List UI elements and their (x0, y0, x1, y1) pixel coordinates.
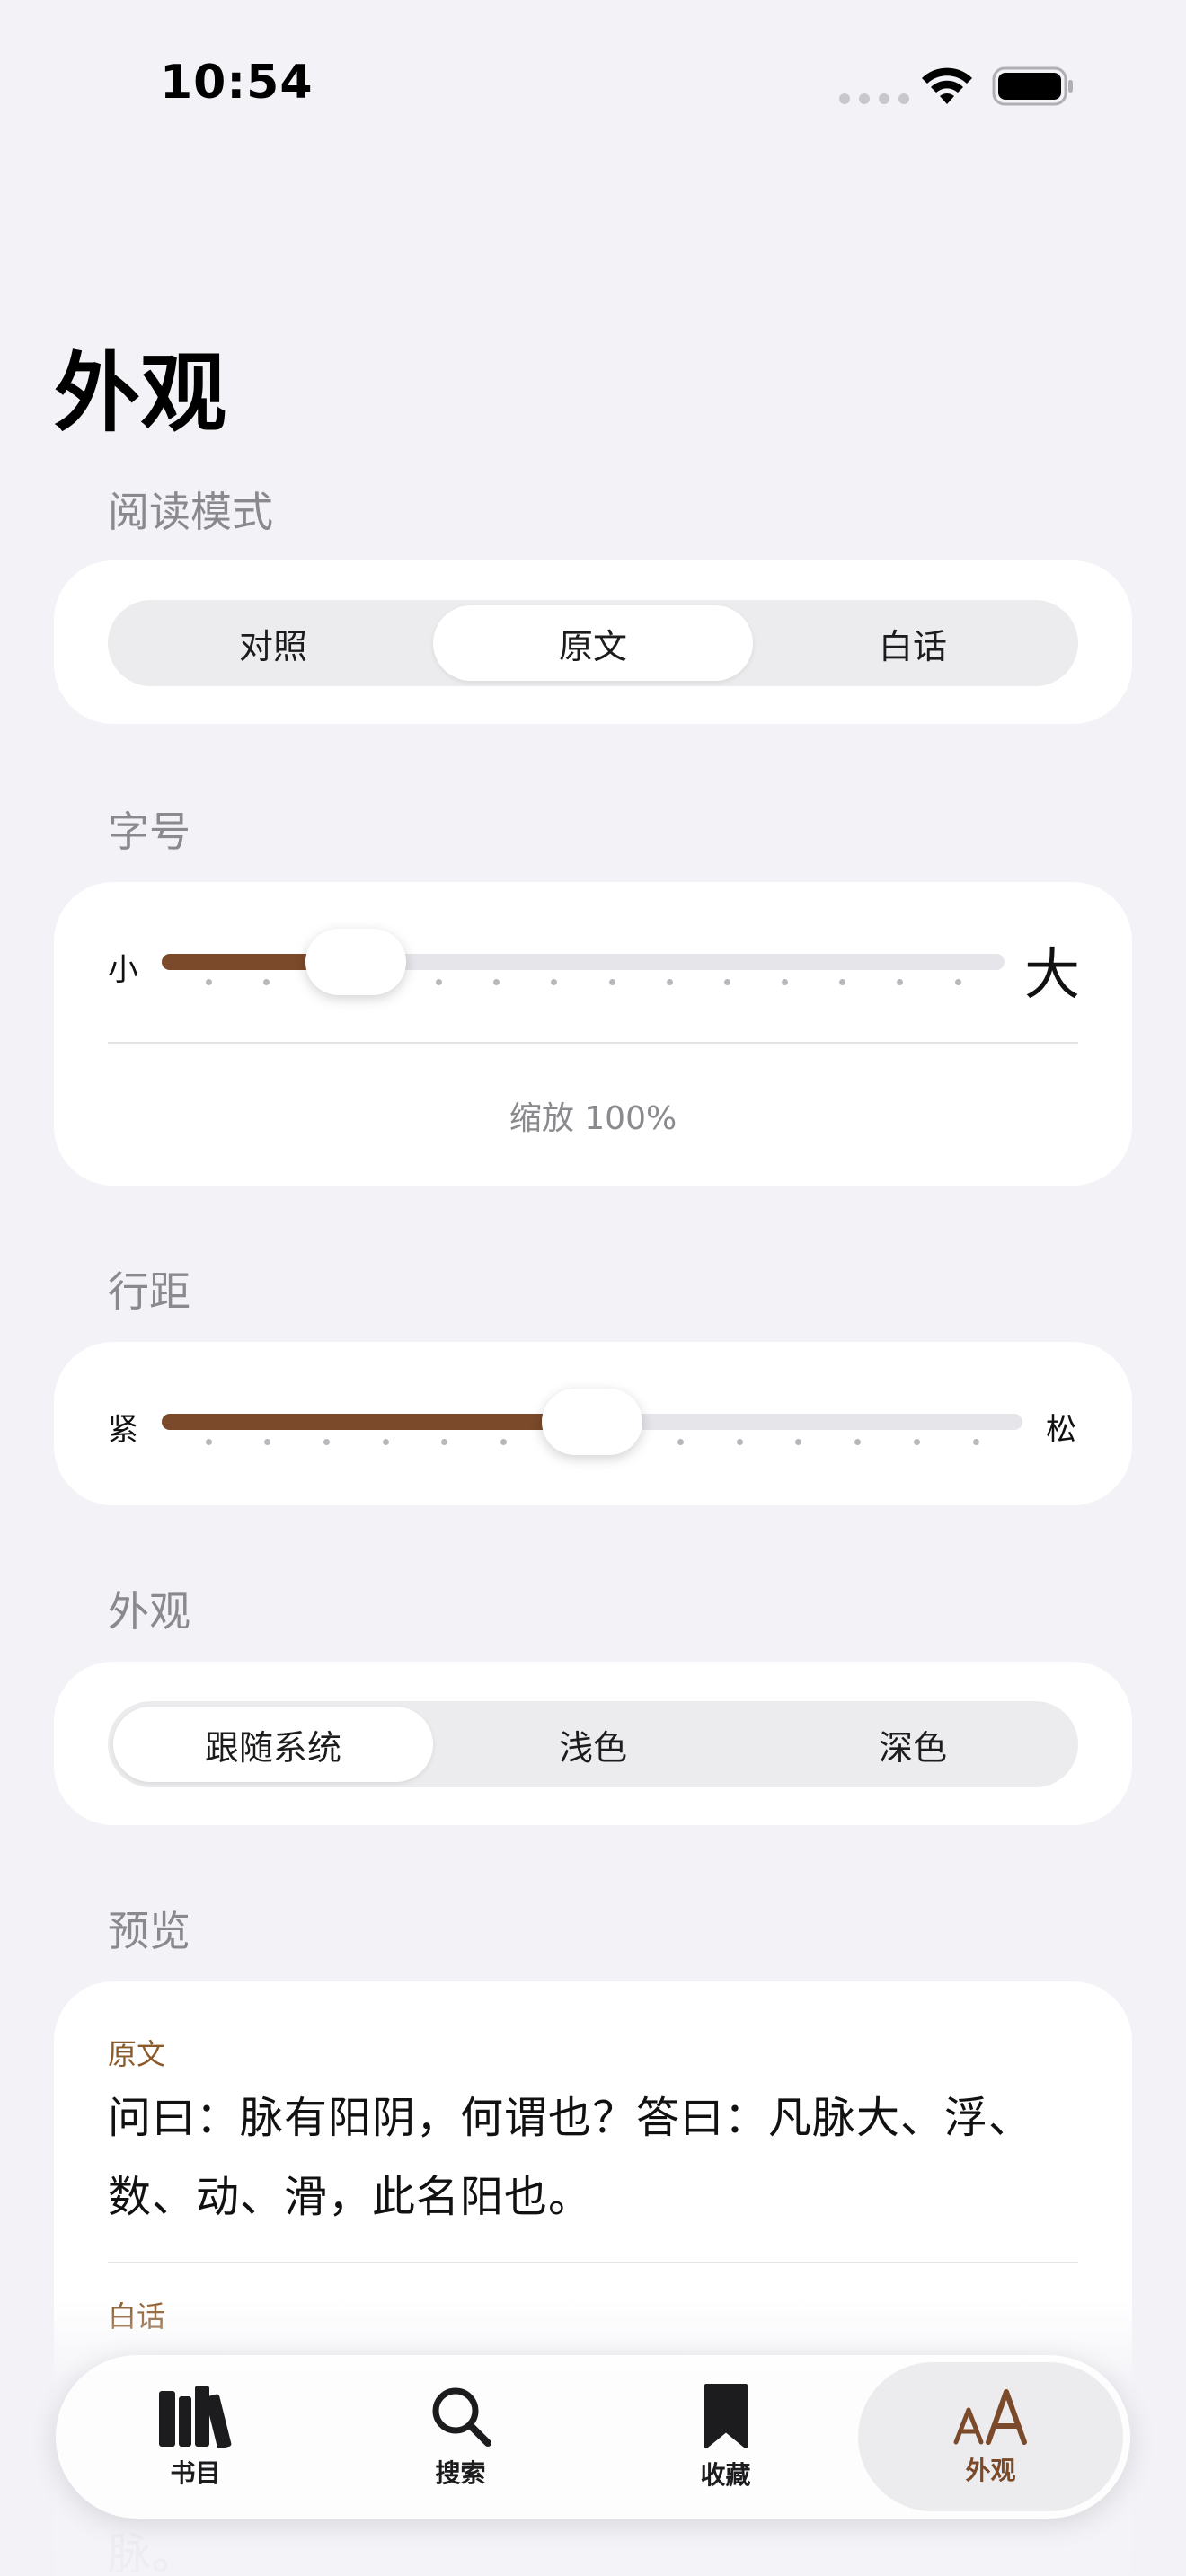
line-spacing-slider-fill (162, 1414, 592, 1430)
slider-tick-dot (795, 1439, 802, 1445)
line-spacing-slider[interactable] (162, 1389, 1022, 1455)
tab-catalog[interactable]: 书目 (63, 2362, 328, 2511)
appearance-option-dark[interactable]: 深色 (753, 1707, 1073, 1782)
font-size-max-label: 大 (1024, 941, 1081, 1007)
reading-mode-label: 阅读模式 (108, 488, 273, 536)
slider-tick-dot (666, 979, 673, 985)
appearance-option-light[interactable]: 浅色 (433, 1707, 753, 1782)
tab-appearance-label: 外观 (965, 2456, 1016, 2485)
slider-tick-dot (608, 979, 615, 985)
slider-tick-dot (262, 979, 270, 985)
slider-tick-dot (264, 1439, 271, 1445)
slider-tick-dot (897, 979, 904, 985)
slider-tick-dot (382, 1439, 389, 1445)
wifi-icon (922, 67, 972, 104)
cellular-signal-icon (839, 93, 909, 104)
reading-mode-card: 对照 原文 白话 (54, 560, 1132, 724)
reading-mode-option-vernacular[interactable]: 白话 (753, 605, 1073, 681)
appearance-segmented-control: 跟随系统 浅色 深色 (108, 1701, 1078, 1787)
slider-tick-dot (972, 1439, 979, 1445)
slider-tick-dot (723, 979, 730, 985)
slider-tick-dot (500, 1439, 507, 1445)
preview-label: 预览 (108, 1907, 190, 1955)
slider-tick-dot (854, 1439, 862, 1445)
slider-tick-dot (839, 979, 846, 985)
reading-mode-option-compare[interactable]: 对照 (113, 605, 433, 681)
font-size-label: 字号 (108, 807, 190, 856)
slider-tick-dot (736, 1439, 743, 1445)
font-size-card: 小 大 缩放 100% (54, 882, 1132, 1186)
reading-mode-option-original[interactable]: 原文 (433, 605, 753, 681)
bookmark-icon (704, 2384, 748, 2448)
font-size-slider-thumb[interactable] (305, 929, 406, 995)
slider-tick-dot (441, 1439, 448, 1445)
tab-search[interactable]: 搜索 (328, 2362, 593, 2511)
line-spacing-slider-thumb[interactable] (542, 1389, 642, 1455)
appearance-label: 外观 (108, 1587, 190, 1636)
tab-bar: 书目 搜索 收藏 外观 (56, 2355, 1130, 2519)
preview-original-tag: 原文 (108, 2037, 166, 2071)
font-size-slider[interactable] (162, 929, 1005, 995)
page-title: 外观 (54, 343, 226, 444)
slider-tick-dot (677, 1439, 685, 1445)
magnifier-icon (432, 2387, 491, 2447)
text-size-icon (953, 2389, 1027, 2445)
tab-favorites[interactable]: 收藏 (593, 2362, 858, 2511)
slider-tick-dot (205, 979, 212, 985)
appearance-option-system[interactable]: 跟随系统 (113, 1707, 433, 1782)
font-size-slider-track (162, 954, 1005, 970)
line-spacing-min-label: 紧 (108, 1412, 138, 1448)
divider (108, 2262, 1078, 2263)
books-icon (158, 2386, 231, 2448)
slider-tick-dot (436, 979, 443, 985)
font-size-min-label: 小 (108, 952, 138, 988)
divider (108, 1042, 1078, 1044)
zoom-level-text: 缩放 100% (509, 1100, 677, 1137)
appearance-card: 跟随系统 浅色 深色 (54, 1662, 1132, 1825)
slider-tick-dot (782, 979, 789, 985)
slider-tick-dot (323, 1439, 330, 1445)
tab-search-label: 搜索 (435, 2458, 486, 2488)
battery-icon (992, 66, 1073, 106)
tab-appearance[interactable]: 外观 (858, 2362, 1123, 2511)
status-time: 10:54 (160, 56, 314, 110)
preview-original-text: 问曰：脉有阳阴，何谓也？答曰：凡脉大、浮、数、动、滑，此名阳也。 (108, 2093, 1033, 2222)
tab-catalog-label: 书目 (170, 2458, 221, 2488)
slider-tick-dot (954, 979, 961, 985)
slider-tick-dot (205, 1439, 212, 1445)
reading-mode-segmented-control: 对照 原文 白话 (108, 600, 1078, 686)
line-spacing-card: 紧 松 (54, 1342, 1132, 1505)
line-spacing-max-label: 松 (1046, 1412, 1076, 1448)
slider-tick-dot (913, 1439, 920, 1445)
slider-tick-dot (493, 979, 500, 985)
tab-favorites-label: 收藏 (700, 2460, 751, 2490)
line-spacing-label: 行距 (108, 1267, 190, 1316)
slider-tick-dot (551, 979, 558, 985)
